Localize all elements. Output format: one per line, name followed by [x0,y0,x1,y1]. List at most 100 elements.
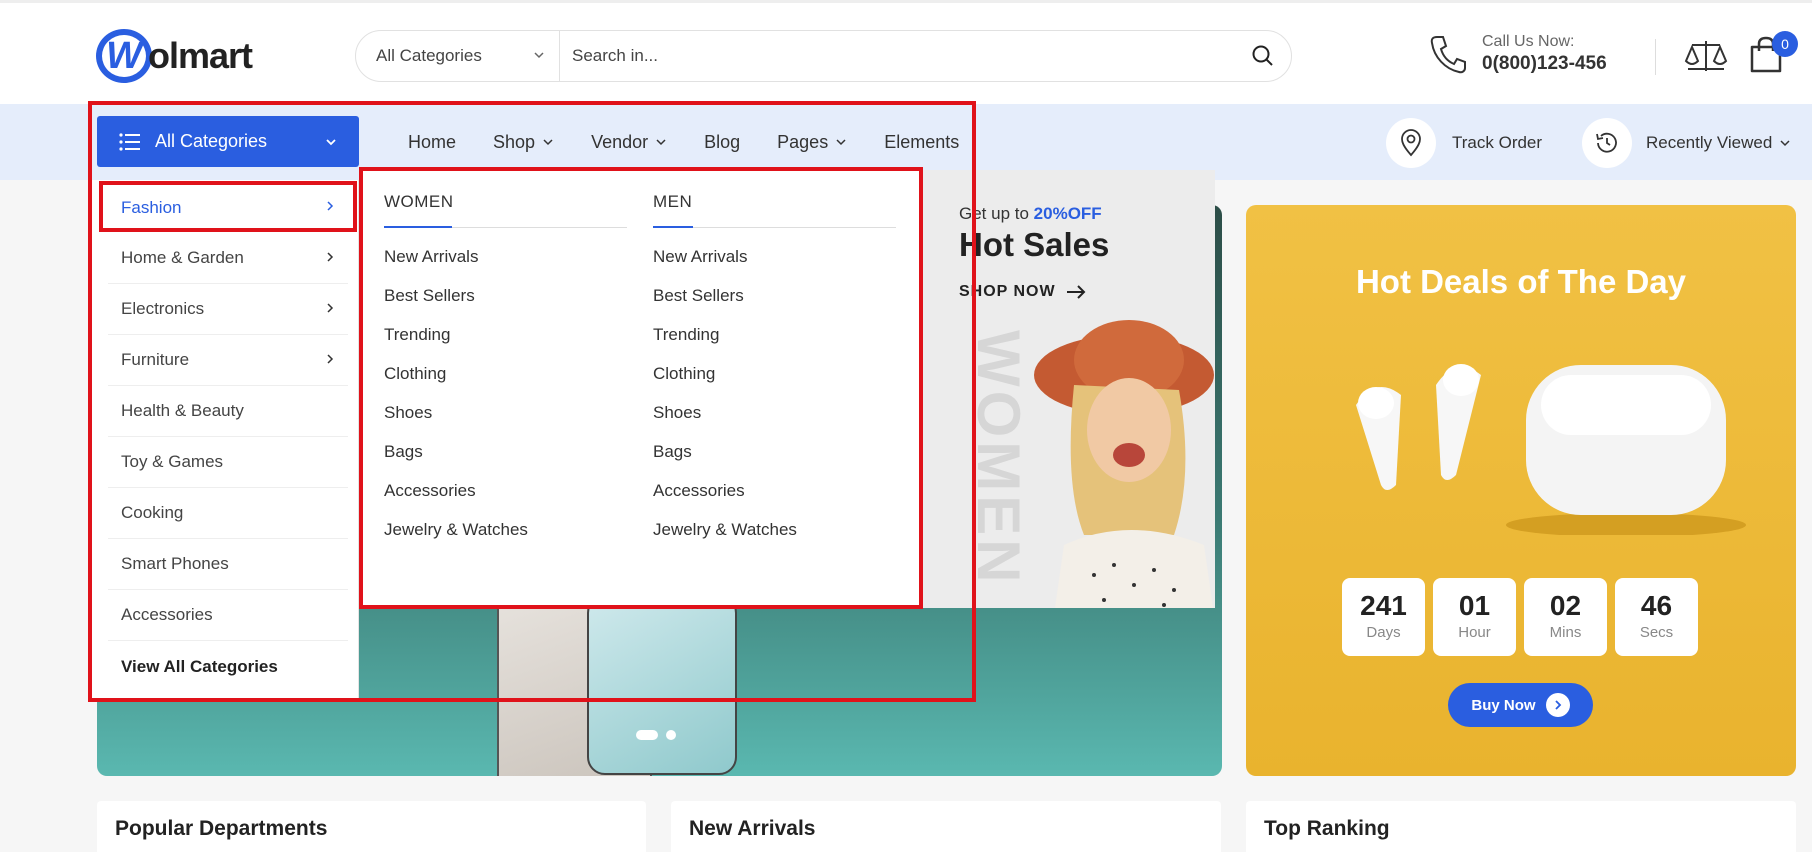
mega-link[interactable]: Shoes [653,403,896,423]
category-item-smart-phones[interactable]: Smart Phones [108,539,348,590]
all-categories-button[interactable]: All Categories [97,116,359,167]
timer-hours-value: 01 [1458,590,1491,621]
chevron-right-icon [327,252,334,262]
category-item-health-beauty[interactable]: Health & Beauty [108,386,348,437]
hot-deals-banner: Hot Deals of The Day 241 Days 01 Hour 02 Mi… [1246,205,1796,776]
call-us[interactable]: Call Us Now: 0(800)123-456 [1430,33,1607,75]
section-title: New Arrivals [689,817,816,840]
mega-link[interactable]: Jewelry & Watches [384,520,627,540]
mega-link[interactable]: Bags [384,442,627,462]
nav-shop-label: Shop [493,131,536,152]
site-header: W olmart All Categories Call Us Now: 0(8… [0,0,1812,104]
logo[interactable]: W olmart [96,29,253,83]
phone-icon [1430,36,1466,74]
compare-button[interactable] [1684,39,1728,80]
mega-link[interactable]: Trending [653,325,896,345]
view-all-categories-link[interactable]: View All Categories [108,641,348,692]
cart-count-badge: 0 [1772,31,1798,57]
arrow-right-icon [1066,285,1086,299]
main-navbar: All Categories Home Shop Vendor Blog Pag… [0,104,1812,180]
search-bar: All Categories [355,30,1292,82]
history-icon [1582,118,1632,168]
category-item-furniture[interactable]: Furniture [108,335,348,386]
category-item-toy-games[interactable]: Toy & Games [108,437,348,488]
recently-viewed-dropdown[interactable]: Recently Viewed [1582,118,1791,168]
nav-pages-label: Pages [777,131,829,152]
nav-vendor-label: Vendor [591,131,649,152]
mega-link[interactable]: Jewelry & Watches [653,520,896,540]
category-item-accessories[interactable]: Accessories [108,590,348,641]
section-new-arrivals: New Arrivals [671,801,1221,852]
timer-days-label: Days [1366,624,1401,641]
nav-pages[interactable]: Pages [777,132,847,153]
model-woman-image [1034,320,1214,608]
search-category-select[interactable]: All Categories [356,31,560,81]
compare-scale-icon [1684,41,1728,71]
mega-link[interactable]: Clothing [653,364,896,384]
mega-link[interactable]: New Arrivals [653,247,896,267]
category-label: Electronics [121,299,205,318]
timer-secs: 46 Secs [1615,578,1698,656]
recently-viewed-label: Recently Viewed [1646,133,1773,152]
chevron-right-icon [327,354,334,364]
promo-title: Hot Sales [959,226,1110,263]
slider-pagination [636,730,684,740]
mega-link[interactable]: Best Sellers [384,286,627,306]
shop-now-link[interactable]: SHOP NOW [959,283,1086,301]
slider-dot-active[interactable] [636,730,658,740]
track-order-link[interactable]: Track Order [1386,118,1542,168]
chevron-down-icon [836,139,846,146]
mega-link[interactable]: Clothing [384,364,627,384]
airpods-image [1356,364,1746,535]
section-top-ranking: Top Ranking [1246,801,1796,852]
nav-home-label: Home [408,131,457,152]
call-number: 0(800)123-456 [1482,53,1607,74]
nav-vendor[interactable]: Vendor [591,132,667,153]
buy-now-label: Buy Now [1471,696,1536,714]
chevron-right-icon [327,303,334,313]
nav-shop[interactable]: Shop [493,132,554,153]
shop-now-label: SHOP NOW [959,283,1056,300]
category-item-cooking[interactable]: Cooking [108,488,348,539]
buy-now-button[interactable]: Buy Now [1448,683,1593,727]
timer-secs-label: Secs [1639,624,1674,641]
category-item-fashion[interactable]: Fashion [108,182,348,233]
nav-elements[interactable]: Elements [884,132,959,153]
mega-link[interactable]: Shoes [384,403,627,423]
timer-secs-value: 46 [1640,590,1673,621]
nav-home[interactable]: Home [408,132,456,153]
category-item-electronics[interactable]: Electronics [108,284,348,335]
mega-link[interactable]: Best Sellers [653,286,896,306]
nav-blog[interactable]: Blog [704,132,740,153]
mega-link[interactable]: Accessories [653,481,896,501]
chevron-down-icon [1780,140,1790,147]
section-title: Top Ranking [1264,817,1390,840]
countdown-timer: 241 Days 01 Hour 02 Mins 46 Secs [1342,578,1706,656]
section-title: Popular Departments [115,817,328,840]
mega-link[interactable]: Bags [653,442,896,462]
deals-title: Hot Deals of The Day [1355,263,1687,300]
timer-hours-label: Hour [1458,624,1491,641]
search-category-value: All Categories [376,46,482,65]
slider-dot[interactable] [666,730,676,740]
phone-image [587,595,737,775]
timer-mins: 02 Mins [1524,578,1607,656]
search-input[interactable] [560,31,1235,81]
category-label: Accessories [121,605,213,624]
nav-elements-label: Elements [884,131,960,152]
chevron-down-icon [534,52,544,59]
category-item-home-garden[interactable]: Home & Garden [108,233,348,284]
category-label: Toy & Games [121,452,224,471]
chevron-right-icon [327,201,334,211]
category-label: Home & Garden [121,248,244,267]
mega-link[interactable]: New Arrivals [384,247,627,267]
mega-link[interactable]: Trending [384,325,627,345]
hot-sales-promo[interactable]: WOMEN Get up to 20%OFF Hot Sales SHOP NO… [922,170,1215,608]
logo-mark: W [96,29,152,83]
search-button[interactable] [1235,31,1291,81]
timer-mins-label: Mins [1549,624,1582,641]
logo-text: olmart [148,35,253,76]
mega-column-men: MEN New Arrivals Best Sellers Trending C… [653,192,896,540]
mega-heading-men: MEN [653,192,896,228]
mega-link[interactable]: Accessories [384,481,627,501]
